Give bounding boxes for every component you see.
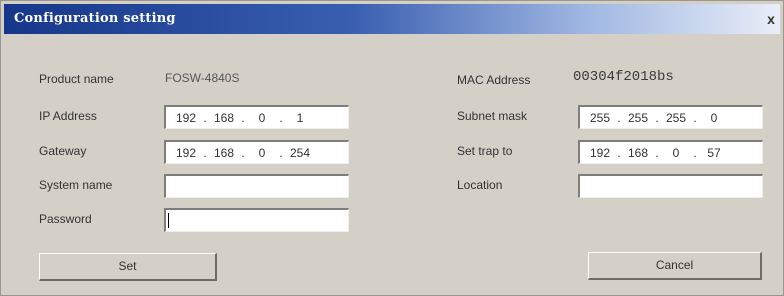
subnet-mask-octet-2[interactable]: 255 <box>624 111 652 125</box>
set-button[interactable]: Set <box>39 253 217 281</box>
octet-separator: . <box>241 145 245 160</box>
subnet-mask-octet-1[interactable]: 255 <box>586 111 614 125</box>
ip-address-octet-4[interactable]: 1 <box>286 111 314 125</box>
subnet-mask-octet-4[interactable]: 0 <box>700 111 728 125</box>
product-name-value: FOSW-4840S <box>165 71 240 85</box>
gateway-octet-3[interactable]: 0 <box>248 146 276 160</box>
window-title: Configuration setting <box>14 11 176 26</box>
set-trap-to-octet-3[interactable]: 0 <box>662 146 690 160</box>
ip-address-octet-3[interactable]: 0 <box>248 111 276 125</box>
gateway-octet-4[interactable]: 254 <box>286 146 314 160</box>
octet-separator: . <box>279 145 283 160</box>
location-label: Location <box>457 178 503 192</box>
octet-separator: . <box>655 145 659 160</box>
gateway-octet-1[interactable]: 192 <box>172 146 200 160</box>
octet-separator: . <box>203 110 207 125</box>
ip-address-label: IP Address <box>39 109 97 123</box>
title-bar[interactable]: Configuration setting x <box>4 4 780 34</box>
gateway-field[interactable]: 192. 168. 0. 254 <box>164 140 349 164</box>
octet-separator: . <box>279 110 283 125</box>
octet-separator: . <box>617 145 621 160</box>
cancel-button[interactable]: Cancel <box>588 252 762 280</box>
system-name-label: System name <box>39 178 113 192</box>
password-label: Password <box>39 212 92 226</box>
octet-separator: . <box>203 145 207 160</box>
octet-separator: . <box>693 145 697 160</box>
password-field[interactable] <box>164 208 349 232</box>
ip-address-octet-2[interactable]: 168 <box>210 111 238 125</box>
close-icon[interactable]: x <box>764 11 778 27</box>
location-field[interactable] <box>578 174 763 198</box>
system-name-field[interactable] <box>164 174 349 198</box>
set-trap-to-field[interactable]: 192. 168. 0. 57 <box>578 140 763 164</box>
octet-separator: . <box>241 110 245 125</box>
set-trap-to-octet-4[interactable]: 57 <box>700 146 728 160</box>
octet-separator: . <box>693 110 697 125</box>
gateway-octet-2[interactable]: 168 <box>210 146 238 160</box>
product-name-label: Product name <box>39 72 114 86</box>
octet-separator: . <box>617 110 621 125</box>
configuration-dialog: Configuration setting x Product name FOS… <box>0 0 784 296</box>
ip-address-field[interactable]: 192. 168. 0. 1 <box>164 105 349 129</box>
set-trap-to-octet-1[interactable]: 192 <box>586 146 614 160</box>
ip-address-octet-1[interactable]: 192 <box>172 111 200 125</box>
set-trap-to-octet-2[interactable]: 168 <box>624 146 652 160</box>
mac-address-value: 00304f2018bs <box>573 69 674 85</box>
gateway-label: Gateway <box>39 144 87 158</box>
subnet-mask-label: Subnet mask <box>457 109 528 123</box>
set-trap-to-label: Set trap to <box>457 144 513 158</box>
subnet-mask-field[interactable]: 255. 255. 255. 0 <box>578 105 763 129</box>
octet-separator: . <box>655 110 659 125</box>
subnet-mask-octet-3[interactable]: 255 <box>662 111 690 125</box>
mac-address-label: MAC Address <box>457 73 531 87</box>
text-caret <box>168 213 169 228</box>
